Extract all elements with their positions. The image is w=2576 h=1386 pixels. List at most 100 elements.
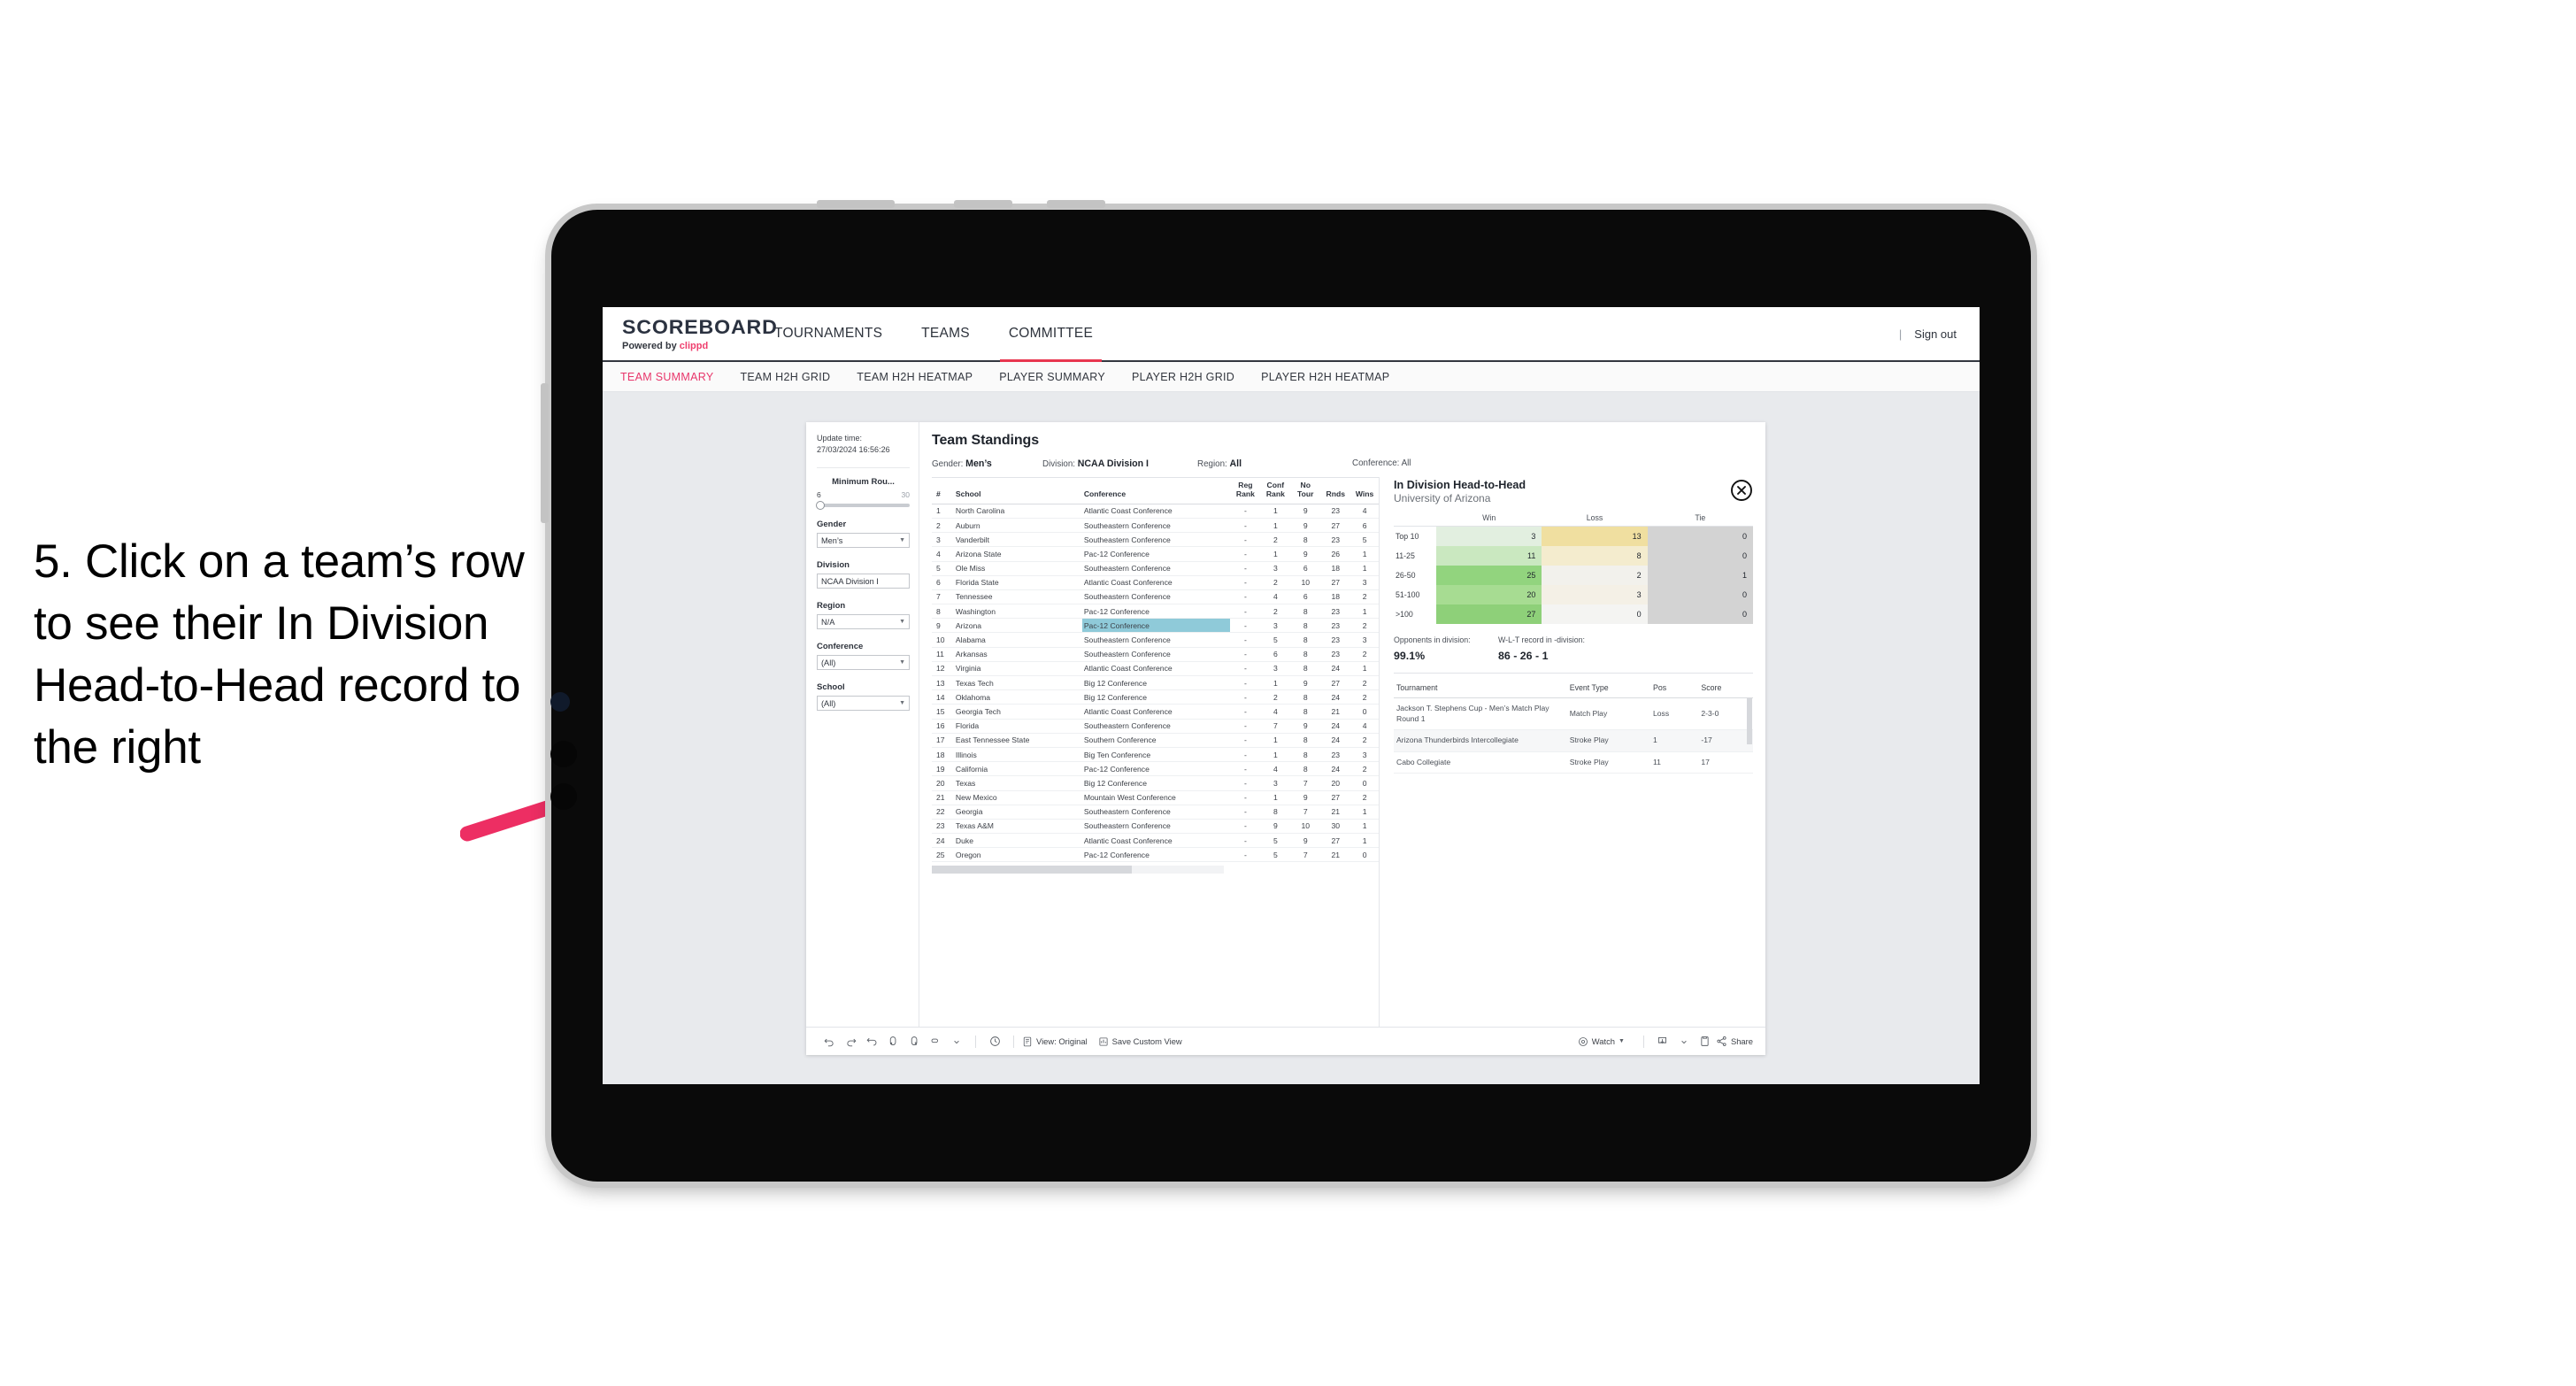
table-row[interactable]: 6 Florida State Atlantic Coast Conference -… <box>932 575 1379 590</box>
heatmap-cell-loss[interactable]: 8 <box>1542 546 1648 566</box>
list-item[interactable]: Jackson T. Stephens Cup - Men’s Match Pl… <box>1394 697 1753 731</box>
cell-rank: 22 <box>932 805 954 820</box>
division-select[interactable]: NCAA Division I <box>817 574 910 589</box>
table-row[interactable]: 20 Texas Big 12 Conference -3 7 20 0 <box>932 775 1379 791</box>
cell-pos: 11 <box>1650 751 1699 774</box>
heatmap-cell-tie[interactable]: 0 <box>1647 604 1753 624</box>
table-row[interactable]: 10 Alabama Southeastern Conference -5 8 23 3 <box>932 632 1379 648</box>
table-row[interactable]: 17 East Tennessee State Southern Conferenc… <box>932 733 1379 748</box>
list-item[interactable]: Arizona Thunderbirds Intercollegiate Stro… <box>1394 729 1753 752</box>
history-icon[interactable] <box>984 1036 1005 1047</box>
cell-reg-rank: - <box>1230 761 1261 777</box>
heatmap-cell-win[interactable]: 27 <box>1436 604 1542 624</box>
refresh-data-icon[interactable] <box>882 1036 904 1047</box>
conference-select[interactable]: (All) ▼ <box>817 655 910 671</box>
col-no-tour[interactable]: No Tour <box>1290 477 1321 504</box>
table-row[interactable]: 15 Georgia Tech Atlantic Coast Conference -… <box>932 704 1379 720</box>
nav-teams[interactable]: TEAMS <box>902 307 989 360</box>
school-select[interactable]: (All) ▼ <box>817 696 910 712</box>
heatmap-cell-tie[interactable]: 0 <box>1647 546 1753 566</box>
cell-conference: Southeastern Conference <box>1081 561 1231 576</box>
table-row[interactable]: 19 California Pac-12 Conference -4 8 24 2 <box>932 761 1379 777</box>
table-row[interactable]: 23 Texas A&M Southeastern Conference -9 10 30… <box>932 819 1379 835</box>
table-row[interactable]: 24 Duke Atlantic Coast Conference -5 9 27 1 <box>932 833 1379 849</box>
heatmap-cell-win[interactable]: 11 <box>1436 546 1542 566</box>
list-item[interactable]: Cabo Collegiate Stroke Play 11 17 <box>1394 751 1753 774</box>
heatmap-cell-win[interactable]: 25 <box>1436 566 1542 585</box>
table-row[interactable]: 1 North Carolina Atlantic Coast Conference… <box>932 504 1379 519</box>
col-school[interactable]: School <box>953 477 1082 504</box>
tab-team-h2h-heatmap[interactable]: TEAM H2H HEATMAP <box>857 371 973 383</box>
horizontal-scrollbar[interactable] <box>932 866 1224 874</box>
undo-icon[interactable] <box>819 1036 840 1047</box>
slider-track[interactable] <box>816 501 910 511</box>
heatmap-cell-tie[interactable]: 0 <box>1647 526 1753 546</box>
vertical-scrollbar[interactable] <box>1747 698 1752 744</box>
chevron-down-icon[interactable] <box>946 1038 967 1045</box>
sign-out-link[interactable]: Sign out <box>1914 327 1957 341</box>
heatmap-cell-loss[interactable]: 3 <box>1542 585 1648 604</box>
nav-tournaments[interactable]: TOURNAMENTS <box>755 307 902 360</box>
close-circle-icon[interactable] <box>1730 479 1753 502</box>
col-reg-rank[interactable]: Reg Rank <box>1230 477 1261 504</box>
watch-button[interactable]: Watch ▼ <box>1578 1036 1625 1047</box>
nav-committee[interactable]: COMMITTEE <box>989 307 1112 362</box>
table-row[interactable]: 12 Virginia Atlantic Coast Conference -3 8 24… <box>932 661 1379 677</box>
pause-data-icon[interactable] <box>904 1036 925 1047</box>
table-row[interactable]: 8 Washington Pac-12 Conference -2 8 23 1 <box>932 604 1379 620</box>
chevron-down-icon[interactable] <box>1673 1038 1695 1045</box>
region-select[interactable]: N/A ▼ <box>817 614 910 630</box>
table-row[interactable]: 5 Ole Miss Southeastern Conference -3 6 18 1 <box>932 561 1379 576</box>
volume-up-button[interactable] <box>954 200 1012 208</box>
summary-gender: Gender: Men’s <box>932 458 1042 469</box>
revert-icon[interactable] <box>861 1036 882 1047</box>
table-row[interactable]: 14 Oklahoma Big 12 Conference -2 8 24 2 <box>932 689 1379 705</box>
table-row[interactable]: 13 Texas Tech Big 12 Conference -1 9 27 2 <box>932 675 1379 691</box>
power-button[interactable] <box>817 200 895 208</box>
table-row[interactable]: 21 New Mexico Mountain West Conference -1 9 2… <box>932 790 1379 805</box>
slider-handle[interactable] <box>816 501 825 511</box>
redo-icon[interactable] <box>840 1036 861 1047</box>
col-rank[interactable]: # <box>932 477 954 504</box>
heatmap-cell-win[interactable]: 3 <box>1436 526 1542 546</box>
highlight-icon[interactable] <box>925 1036 946 1047</box>
table-row[interactable]: 22 Georgia Southeastern Conference -8 7 21 1 <box>932 805 1379 820</box>
cell-school: Alabama <box>953 632 1082 648</box>
device-preview-icon[interactable] <box>1695 1036 1716 1047</box>
col-conf-rank[interactable]: Conf Rank <box>1260 477 1291 504</box>
heatmap-cell-loss[interactable]: 0 <box>1542 604 1648 624</box>
table-row[interactable]: 25 Oregon Pac-12 Conference -5 7 21 0 <box>932 847 1379 863</box>
col-rnds[interactable]: Rnds <box>1320 477 1351 504</box>
heatmap-cell-win[interactable]: 20 <box>1436 585 1542 604</box>
volume-down-button[interactable] <box>1047 200 1105 208</box>
tab-team-h2h-grid[interactable]: TEAM H2H GRID <box>740 371 830 383</box>
heatmap-cell-loss[interactable]: 2 <box>1542 566 1648 585</box>
side-button[interactable] <box>541 383 549 523</box>
save-custom-view-button[interactable]: Save Custom View <box>1098 1036 1182 1047</box>
tab-player-h2h-grid[interactable]: PLAYER H2H GRID <box>1132 371 1234 383</box>
col-conference[interactable]: Conference <box>1081 477 1231 504</box>
heatmap-cell-loss[interactable]: 13 <box>1542 526 1648 546</box>
table-row[interactable]: 7 Tennessee Southeastern Conference -4 6 18 2 <box>932 589 1379 605</box>
download-icon[interactable] <box>1652 1036 1673 1047</box>
table-row[interactable]: 3 Vanderbilt Southeastern Conference -2 8 23 5 <box>932 532 1379 548</box>
share-button[interactable]: Share <box>1716 1036 1753 1047</box>
table-row[interactable]: 16 Florida Southeastern Conference -7 9 24 4 <box>932 719 1379 734</box>
view-original-button[interactable]: View: Original <box>1022 1036 1088 1047</box>
table-row[interactable]: 18 Illinois Big Ten Conference -1 8 23 3 <box>932 747 1379 763</box>
gender-select[interactable]: Men’s ▼ <box>817 533 910 549</box>
tab-player-h2h-heatmap[interactable]: PLAYER H2H HEATMAP <box>1261 371 1389 383</box>
summary-value: All <box>1401 458 1411 468</box>
cell-wins: 4 <box>1350 719 1379 734</box>
col-wins[interactable]: Wins <box>1350 477 1379 504</box>
heatmap-cell-tie[interactable]: 1 <box>1647 566 1753 585</box>
table-row[interactable]: 4 Arizona State Pac-12 Conference -1 9 26 1 <box>932 546 1379 562</box>
app-logo[interactable]: SCOREBOARD Powered by clippd <box>603 307 777 360</box>
table-row[interactable]: 9 Arizona Pac-12 Conference -3 8 23 2 <box>932 618 1379 634</box>
tab-player-summary[interactable]: PLAYER SUMMARY <box>999 371 1105 383</box>
tab-team-summary[interactable]: TEAM SUMMARY <box>620 371 713 383</box>
scrollbar-thumb[interactable] <box>932 866 1132 874</box>
table-row[interactable]: 11 Arkansas Southeastern Conference -6 8 23 2 <box>932 647 1379 662</box>
table-row[interactable]: 2 Auburn Southeastern Conference -1 9 27 6 <box>932 518 1379 534</box>
heatmap-cell-tie[interactable]: 0 <box>1647 585 1753 604</box>
